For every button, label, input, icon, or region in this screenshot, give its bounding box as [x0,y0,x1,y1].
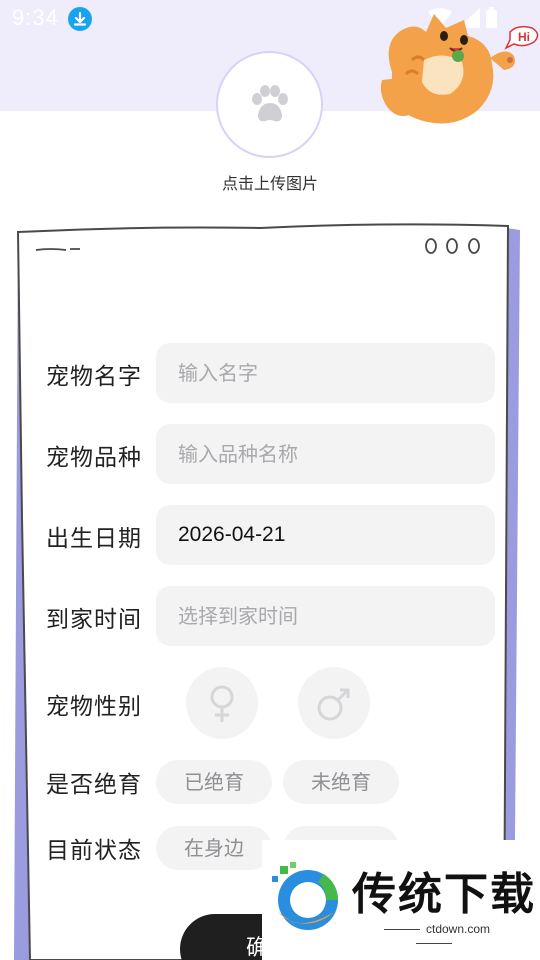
neutered-yes-chip[interactable]: 已绝育 [156,760,272,804]
gender-row: 宠物性别 [46,667,496,739]
pet-breed-label: 宠物品种 [46,445,142,471]
gender-label: 宠物性别 [46,694,142,720]
female-button[interactable] [186,667,258,739]
download-icon [68,7,92,31]
male-button[interactable] [298,667,370,739]
pet-breed-row: 宠物品种 输入品种名称 [46,424,496,484]
arrival-time-field[interactable]: 选择到家时间 [156,586,495,646]
avatar-upload-button[interactable] [216,51,323,158]
neutered-row: 是否绝育 已绝育 未绝育 [46,760,496,804]
status-time: 9:34 [12,5,59,30]
watermark-url: ctdown.com [354,922,514,950]
pet-breed-input[interactable]: 输入品种名称 [156,424,495,484]
neutered-no-chip[interactable]: 未绝育 [283,760,399,804]
pet-name-row: 宠物名字 输入名字 [46,343,496,403]
paw-icon [252,85,288,122]
birthday-label: 出生日期 [46,526,142,552]
svg-text:Hi: Hi [518,30,530,44]
status-with-me-chip[interactable]: 在身边 [156,826,272,870]
pet-name-input[interactable]: 输入名字 [156,343,495,403]
male-icon [317,688,350,721]
birthday-row: 出生日期 2026-04-21 [46,505,496,565]
arrival-row: 到家时间 选择到家时间 [46,586,496,646]
watermark: 传统下载 ctdown.com [262,840,540,960]
cat-illustration: Hi [372,2,540,132]
neutered-label: 是否绝育 [46,772,142,798]
status-label: 目前状态 [46,838,142,864]
upload-label: 点击上传图片 [221,174,318,193]
pet-name-label: 宠物名字 [46,364,142,390]
female-icon [210,685,234,722]
watermark-brand: 传统下载 [352,869,536,920]
arrival-label: 到家时间 [46,607,142,633]
birthday-field[interactable]: 2026-04-21 [156,505,495,565]
ctdown-logo-icon [272,862,338,930]
